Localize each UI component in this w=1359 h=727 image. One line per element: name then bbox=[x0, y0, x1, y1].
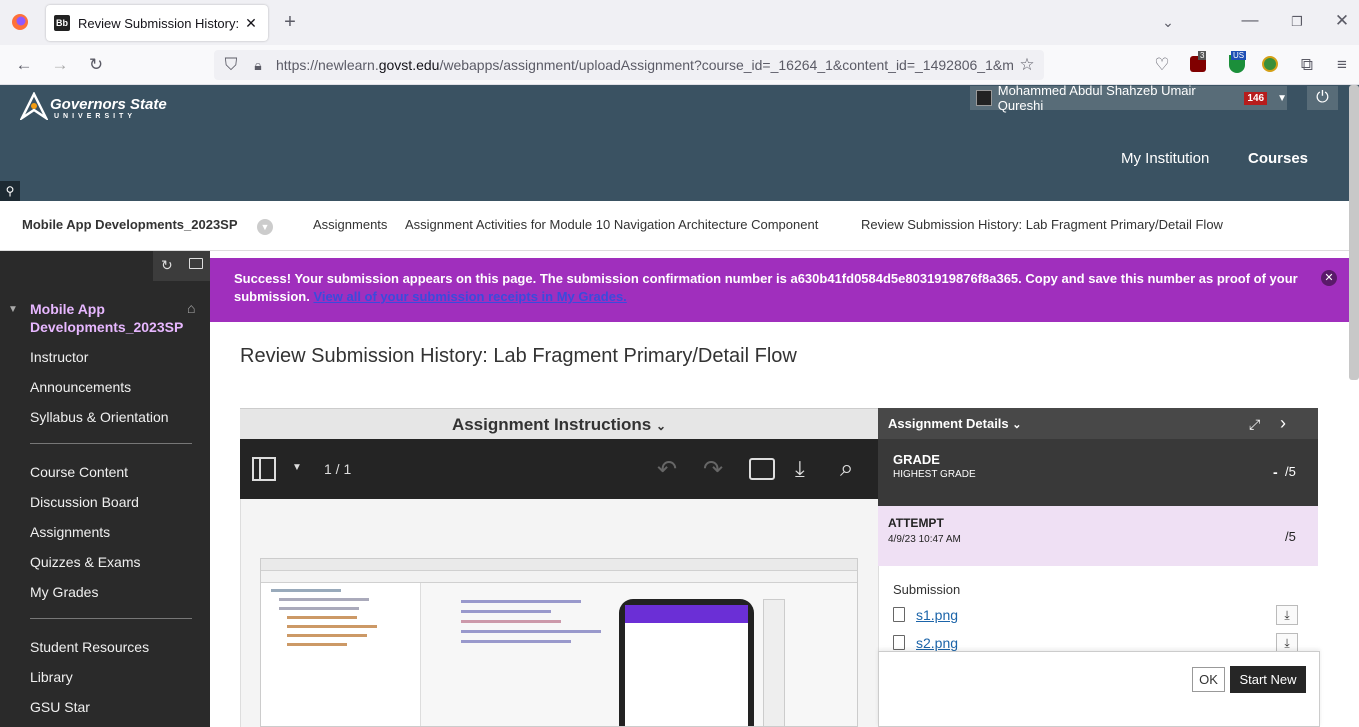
vpn-extension-label: US bbox=[1231, 51, 1247, 60]
sidebar-item-student-resources[interactable]: Student Resources bbox=[30, 639, 149, 655]
breadcrumb-item-module[interactable]: Assignment Activities for Module 10 Navi… bbox=[405, 217, 818, 232]
grade-max: /5 bbox=[1285, 464, 1296, 479]
restore-icon[interactable]: ❐ bbox=[1287, 12, 1307, 32]
bookmark-star-icon[interactable]: ☆ bbox=[1017, 55, 1037, 75]
logout-power-icon[interactable]: ⏻ bbox=[1307, 86, 1338, 110]
ublock-badge: 3 bbox=[1198, 51, 1207, 60]
sidebar-item-syllabus[interactable]: Syllabus & Orientation bbox=[30, 409, 169, 425]
sidebar-item-assignments[interactable]: Assignments bbox=[30, 524, 110, 540]
nav-my-institution[interactable]: My Institution bbox=[1121, 150, 1209, 167]
refresh-icon[interactable]: ↻ bbox=[161, 257, 173, 274]
pocket-icon[interactable]: ♡ bbox=[1152, 55, 1172, 75]
chevron-down-icon: ⌄ bbox=[655, 419, 667, 433]
sidebar-item-library[interactable]: Library bbox=[30, 669, 73, 685]
chevron-down-icon: ⌄ bbox=[1012, 419, 1022, 431]
course-menu-chevron-icon[interactable]: ▼ bbox=[257, 219, 273, 235]
reload-icon[interactable]: ↻ bbox=[86, 55, 106, 75]
attempt-label: ATTEMPT bbox=[888, 516, 944, 530]
sidebar-item-discussion-board[interactable]: Discussion Board bbox=[30, 494, 139, 510]
home-icon[interactable]: ⌂ bbox=[187, 300, 195, 316]
avatar bbox=[976, 90, 992, 106]
university-logo-icon[interactable] bbox=[18, 91, 50, 122]
extensions-puzzle-icon[interactable]: ⧉ bbox=[1297, 55, 1317, 75]
details-heading: Assignment Details bbox=[888, 416, 1009, 431]
grade-value: - bbox=[1273, 464, 1278, 480]
caret-down-icon: ▼ bbox=[1277, 92, 1287, 104]
success-alert: Success! Your submission appears on this… bbox=[210, 258, 1349, 322]
app-menu-icon[interactable]: ≡ bbox=[1332, 55, 1352, 75]
window-close-icon[interactable]: ✕ bbox=[1332, 11, 1352, 31]
download-file-icon[interactable]: ⤓ bbox=[1276, 605, 1298, 625]
tracking-shield-icon[interactable]: ⛉ bbox=[222, 55, 240, 75]
sidebar-item-my-grades[interactable]: My Grades bbox=[30, 584, 98, 600]
file-link[interactable]: s2.png bbox=[916, 635, 958, 651]
back-icon[interactable]: ← bbox=[14, 55, 34, 75]
ok-button[interactable]: OK bbox=[1192, 667, 1225, 692]
dropdown-caret-icon[interactable]: ▼ bbox=[292, 462, 302, 473]
attempt-max: /5 bbox=[1285, 529, 1296, 544]
instructions-heading: Assignment Instructions bbox=[451, 415, 652, 434]
close-alert-icon[interactable]: ✕ bbox=[1321, 270, 1337, 286]
collapse-triangle-icon[interactable]: ▼ bbox=[8, 304, 18, 315]
sidebar-divider bbox=[30, 618, 192, 619]
page-scrollbar[interactable] bbox=[1349, 85, 1359, 380]
attempt-date: 4/9/23 10:47 AM bbox=[888, 534, 961, 545]
user-menu[interactable]: Mohammed Abdul Shahzeb Umair Qureshi 146… bbox=[970, 83, 1287, 113]
search-icon[interactable]: ⌕ bbox=[840, 455, 853, 483]
url-prefix: https://newlearn. bbox=[276, 57, 379, 73]
receipts-link[interactable]: View all of your submission receipts in … bbox=[313, 289, 626, 304]
tab-list-chevron-icon[interactable]: ⌄ bbox=[1158, 12, 1178, 32]
blackboard-favicon-icon: Bb bbox=[54, 15, 70, 31]
minimize-icon[interactable]: — bbox=[1240, 10, 1260, 30]
logo-subtitle: UNIVERSITY bbox=[54, 113, 137, 120]
file-icon bbox=[893, 607, 905, 622]
sidebar-item-instructor[interactable]: Instructor bbox=[30, 349, 88, 365]
forward-icon[interactable]: → bbox=[50, 55, 70, 75]
grade-sublabel: HIGHEST GRADE bbox=[893, 469, 976, 480]
nav-courses[interactable]: Courses bbox=[1248, 150, 1308, 167]
globe-extension-icon[interactable] bbox=[1262, 56, 1278, 72]
print-icon[interactable] bbox=[749, 458, 775, 480]
logo-title: Governors State bbox=[50, 96, 167, 113]
sidebar-item-gsu-star[interactable]: GSU Star bbox=[30, 699, 90, 715]
file-icon bbox=[893, 635, 905, 650]
quick-link-icon[interactable]: ⚲ bbox=[0, 181, 20, 201]
sidebar-toggle-icon[interactable] bbox=[252, 457, 276, 481]
tab-close-icon[interactable]: ✕ bbox=[242, 15, 260, 32]
course-title-crumb[interactable]: Mobile App Developments_2023SP bbox=[22, 217, 238, 232]
grade-label: GRADE bbox=[893, 452, 940, 467]
sidebar-course-title-line2[interactable]: Developments_2023SP bbox=[30, 319, 183, 335]
url-bar[interactable]: https://newlearn. govst.edu/webapps/assig… bbox=[214, 50, 1044, 80]
notification-badge: 146 bbox=[1244, 91, 1268, 105]
start-new-button[interactable]: Start New bbox=[1230, 666, 1306, 693]
file-link[interactable]: s1.png bbox=[916, 607, 958, 623]
chevron-right-icon[interactable]: › bbox=[1280, 413, 1286, 434]
sidebar-item-announcements[interactable]: Announcements bbox=[30, 379, 131, 395]
tab-title: Review Submission History: Lab Fragment … bbox=[78, 15, 238, 31]
url-path: /webapps/assignment/uploadAssignment?cou… bbox=[439, 57, 1014, 73]
sidebar-item-course-content[interactable]: Course Content bbox=[30, 464, 128, 480]
page-indicator: 1 / 1 bbox=[324, 461, 352, 477]
browser-tab-active[interactable]: Bb Review Submission History: Lab Fragme… bbox=[46, 5, 268, 41]
submission-label: Submission bbox=[893, 582, 961, 597]
download-icon[interactable]: ⤓ bbox=[795, 456, 805, 482]
folder-icon[interactable] bbox=[189, 258, 203, 269]
download-file-icon[interactable]: ⤓ bbox=[1276, 633, 1298, 653]
url-domain: govst.edu bbox=[378, 57, 440, 73]
sidebar-course-title[interactable]: Mobile App bbox=[30, 301, 105, 317]
lock-icon[interactable]: 🔒︎ bbox=[249, 55, 267, 75]
new-tab-icon[interactable]: + bbox=[280, 12, 300, 32]
firefox-icon[interactable] bbox=[10, 13, 30, 33]
breadcrumb-item-current: Review Submission History: Lab Fragment … bbox=[861, 217, 1223, 232]
redo-icon[interactable]: ↷ bbox=[703, 455, 723, 484]
sidebar-divider bbox=[30, 443, 192, 444]
undo-icon[interactable]: ↶ bbox=[657, 455, 677, 484]
expand-icon[interactable]: ⤢ bbox=[1249, 416, 1260, 433]
breadcrumb-item-assignments[interactable]: Assignments bbox=[313, 217, 387, 232]
android-studio-screenshot bbox=[260, 558, 858, 727]
sidebar-item-quizzes[interactable]: Quizzes & Exams bbox=[30, 554, 140, 570]
user-name: Mohammed Abdul Shahzeb Umair Qureshi bbox=[997, 83, 1196, 113]
page-title: Review Submission History: Lab Fragment … bbox=[240, 345, 797, 367]
assignment-instructions-toggle[interactable]: Assignment Instructions ⌄ bbox=[240, 408, 878, 439]
